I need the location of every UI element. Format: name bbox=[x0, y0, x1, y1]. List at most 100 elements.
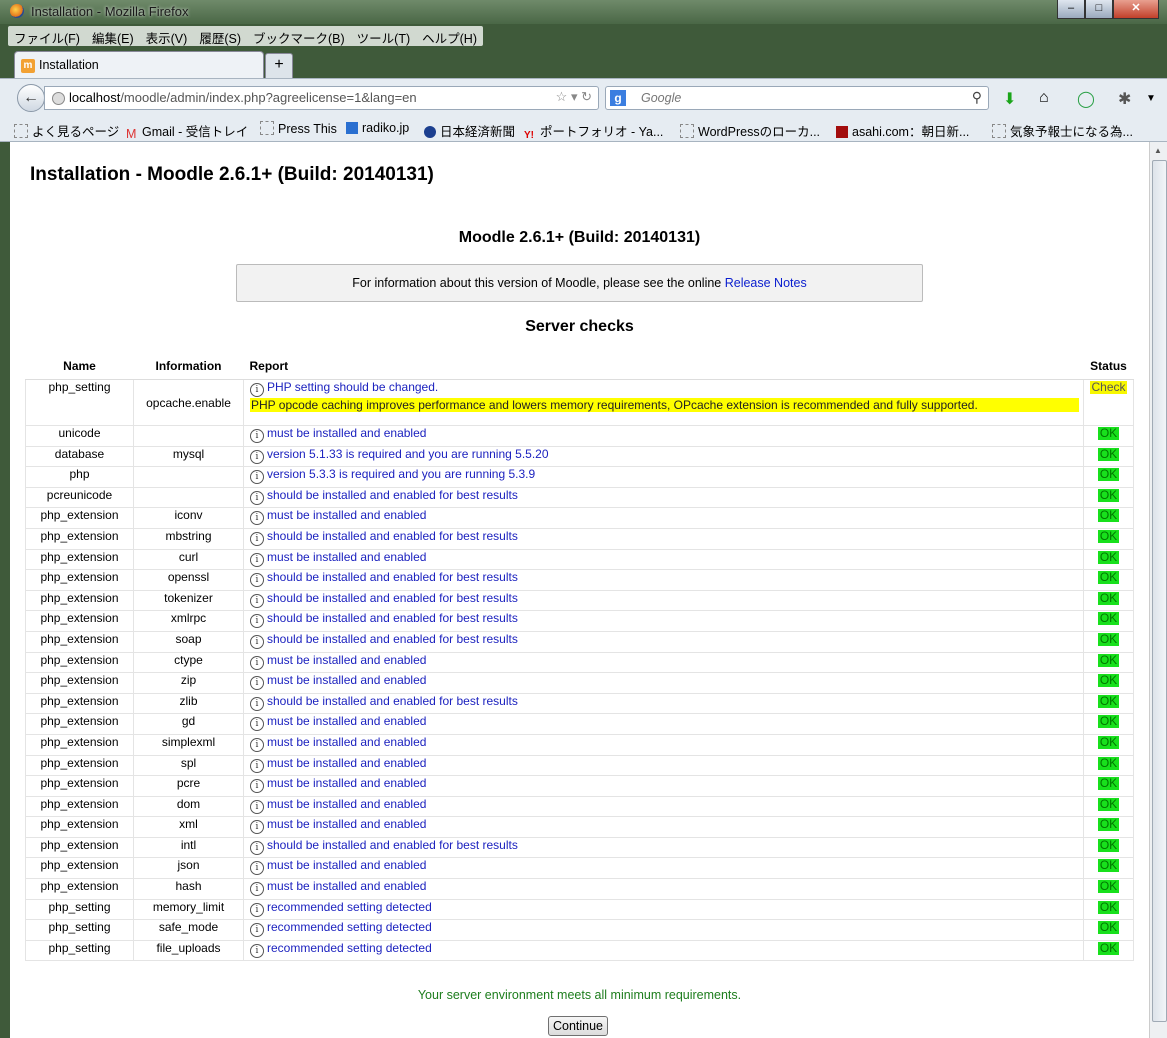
minimize-button[interactable]: – bbox=[1057, 0, 1085, 19]
back-button[interactable]: ← bbox=[17, 84, 45, 112]
report-text: recommended setting detected bbox=[267, 940, 432, 955]
cell-status: OK bbox=[1083, 713, 1134, 735]
menu-tools[interactable]: ツール(T) bbox=[351, 26, 416, 46]
status-badge: OK bbox=[1097, 714, 1120, 729]
bookmark-item[interactable]: asahi.com：朝日新... bbox=[836, 121, 969, 140]
status-badge: OK bbox=[1097, 899, 1120, 914]
dropdown-arrow-icon[interactable]: ▾ bbox=[571, 89, 578, 104]
cell-report: i should be installed and enabled for bes… bbox=[243, 610, 1084, 632]
reload-icon[interactable]: ↻ bbox=[581, 89, 592, 104]
menu-help[interactable]: ヘルプ(H) bbox=[416, 26, 483, 46]
page-content: Installation - Moodle 2.6.1+ (Build: 201… bbox=[10, 142, 1149, 1038]
cell-report: i must be installed and enabled bbox=[243, 775, 1084, 797]
status-badge: OK bbox=[1097, 467, 1120, 482]
report-text: should be installed and enabled for best… bbox=[267, 487, 518, 502]
search-bar[interactable]: g Google ⚲ bbox=[605, 86, 989, 110]
bookmark-item[interactable]: よく見るページ bbox=[14, 121, 119, 140]
table-row: unicode i must be installed and enabled OK bbox=[25, 425, 1134, 447]
cell-report: i must be installed and enabled bbox=[243, 878, 1084, 900]
cell-status: OK bbox=[1083, 795, 1134, 818]
report-text: must be installed and enabled bbox=[267, 879, 427, 894]
google-icon[interactable]: g bbox=[610, 90, 626, 106]
cell-status: OK bbox=[1083, 548, 1134, 571]
bookmark-item[interactable]: M Gmail - 受信トレイ bbox=[126, 121, 248, 141]
radiko-icon bbox=[346, 122, 358, 134]
cell-status: OK bbox=[1083, 775, 1134, 797]
cell-report: i must be installed and enabled bbox=[243, 672, 1084, 694]
info-icon: i bbox=[250, 799, 264, 814]
menu-history[interactable]: 履歴(S) bbox=[193, 26, 247, 46]
cell-status: OK bbox=[1083, 733, 1134, 756]
download-icon[interactable]: ⬇ bbox=[1003, 89, 1016, 109]
cell-status: OK bbox=[1083, 486, 1134, 509]
report-text: must be installed and enabled bbox=[267, 734, 427, 749]
table-row: php_extension zlib i should be installed an… bbox=[25, 692, 1134, 715]
cell-name: php_extension bbox=[25, 878, 134, 900]
tab-installation[interactable]: m Installation bbox=[14, 51, 264, 79]
table-row: php_extension pcre i must be installed and … bbox=[25, 775, 1134, 797]
table-row: php_extension dom i must be installed and e… bbox=[25, 795, 1134, 818]
cell-name: php_extension bbox=[25, 651, 134, 674]
menu-bookmarks[interactable]: ブックマーク(B) bbox=[247, 26, 351, 46]
bookmark-item[interactable]: 気象予報士になる為... bbox=[992, 121, 1133, 140]
cell-name: php_extension bbox=[25, 713, 134, 735]
header-information: Information bbox=[133, 353, 244, 380]
menu-dropdown-icon[interactable]: ▼ bbox=[1146, 93, 1156, 104]
search-icon[interactable]: ⚲ bbox=[972, 89, 982, 106]
addon-icon[interactable]: ◯ bbox=[1077, 89, 1095, 109]
new-tab-button[interactable]: + bbox=[265, 53, 293, 79]
bookmark-item[interactable]: radiko.jp bbox=[346, 121, 409, 135]
home-icon[interactable]: ⌂ bbox=[1039, 89, 1049, 107]
cell-name: php_setting bbox=[25, 919, 134, 941]
cell-information: mysql bbox=[133, 445, 244, 468]
info-icon: i bbox=[250, 943, 264, 958]
firefox-icon bbox=[10, 4, 24, 18]
extension-icon[interactable]: ✱ bbox=[1118, 89, 1131, 109]
status-badge: OK bbox=[1097, 796, 1120, 811]
report-text: must be installed and enabled bbox=[267, 673, 427, 688]
vertical-scrollbar[interactable]: ▲ bbox=[1149, 142, 1167, 1038]
report-text: recommended setting detected bbox=[267, 920, 432, 935]
menu-file[interactable]: ファイル(F) bbox=[8, 26, 86, 46]
bookmark-item[interactable]: Y! ポートフォリオ - Ya... bbox=[524, 121, 663, 142]
gmail-icon: M bbox=[126, 127, 137, 141]
maximize-button[interactable]: □ bbox=[1085, 0, 1113, 19]
status-badge: OK bbox=[1097, 528, 1120, 543]
table-row: php_extension openssl i should be installed… bbox=[25, 569, 1134, 591]
cell-name: php_extension bbox=[25, 775, 134, 797]
cell-information: tokenizer bbox=[133, 589, 244, 612]
bookmark-item[interactable]: Press This bbox=[260, 121, 337, 136]
release-info-box: For information about this version of Mo… bbox=[236, 264, 923, 302]
cell-report: i must be installed and enabled bbox=[243, 713, 1084, 735]
cell-name: php_extension bbox=[25, 548, 134, 571]
cell-name: php_setting bbox=[25, 379, 134, 426]
cell-report: i must be installed and enabled bbox=[243, 816, 1084, 838]
cell-status: OK bbox=[1083, 466, 1134, 488]
cell-status: OK bbox=[1083, 939, 1134, 962]
cell-report: i should be installed and enabled for bes… bbox=[243, 589, 1084, 612]
bookmark-item[interactable]: WordPressのローカ... bbox=[680, 121, 820, 140]
info-icon: i bbox=[250, 676, 264, 691]
cell-status: OK bbox=[1083, 425, 1134, 447]
menu-view[interactable]: 表示(V) bbox=[140, 26, 194, 46]
cell-information: zip bbox=[133, 672, 244, 694]
info-icon: i bbox=[250, 861, 264, 876]
menu-edit[interactable]: 編集(E) bbox=[86, 26, 140, 46]
star-icon[interactable]: ☆ bbox=[556, 89, 568, 104]
close-button[interactable]: ✕ bbox=[1113, 0, 1159, 19]
release-notes-link[interactable]: Release Notes bbox=[725, 276, 807, 290]
scrollbar-thumb[interactable] bbox=[1152, 160, 1167, 1022]
continue-button[interactable]: Continue bbox=[548, 1016, 608, 1036]
info-icon: i bbox=[250, 593, 264, 608]
address-bar[interactable]: localhost/moodle/admin/index.php?agreeli… bbox=[44, 86, 599, 110]
bookmark-item[interactable]: 日本経済新聞 bbox=[424, 121, 515, 140]
status-badge: OK bbox=[1097, 426, 1120, 440]
page-icon bbox=[680, 124, 694, 138]
info-icon: i bbox=[250, 470, 264, 485]
cell-report: i must be installed and enabled bbox=[243, 507, 1084, 529]
cell-name: pcreunicode bbox=[25, 486, 134, 509]
report-text: should be installed and enabled for best… bbox=[267, 693, 518, 708]
scroll-up-icon[interactable]: ▲ bbox=[1154, 146, 1162, 155]
report-text: must be installed and enabled bbox=[267, 652, 427, 667]
cell-status: OK bbox=[1083, 445, 1134, 468]
